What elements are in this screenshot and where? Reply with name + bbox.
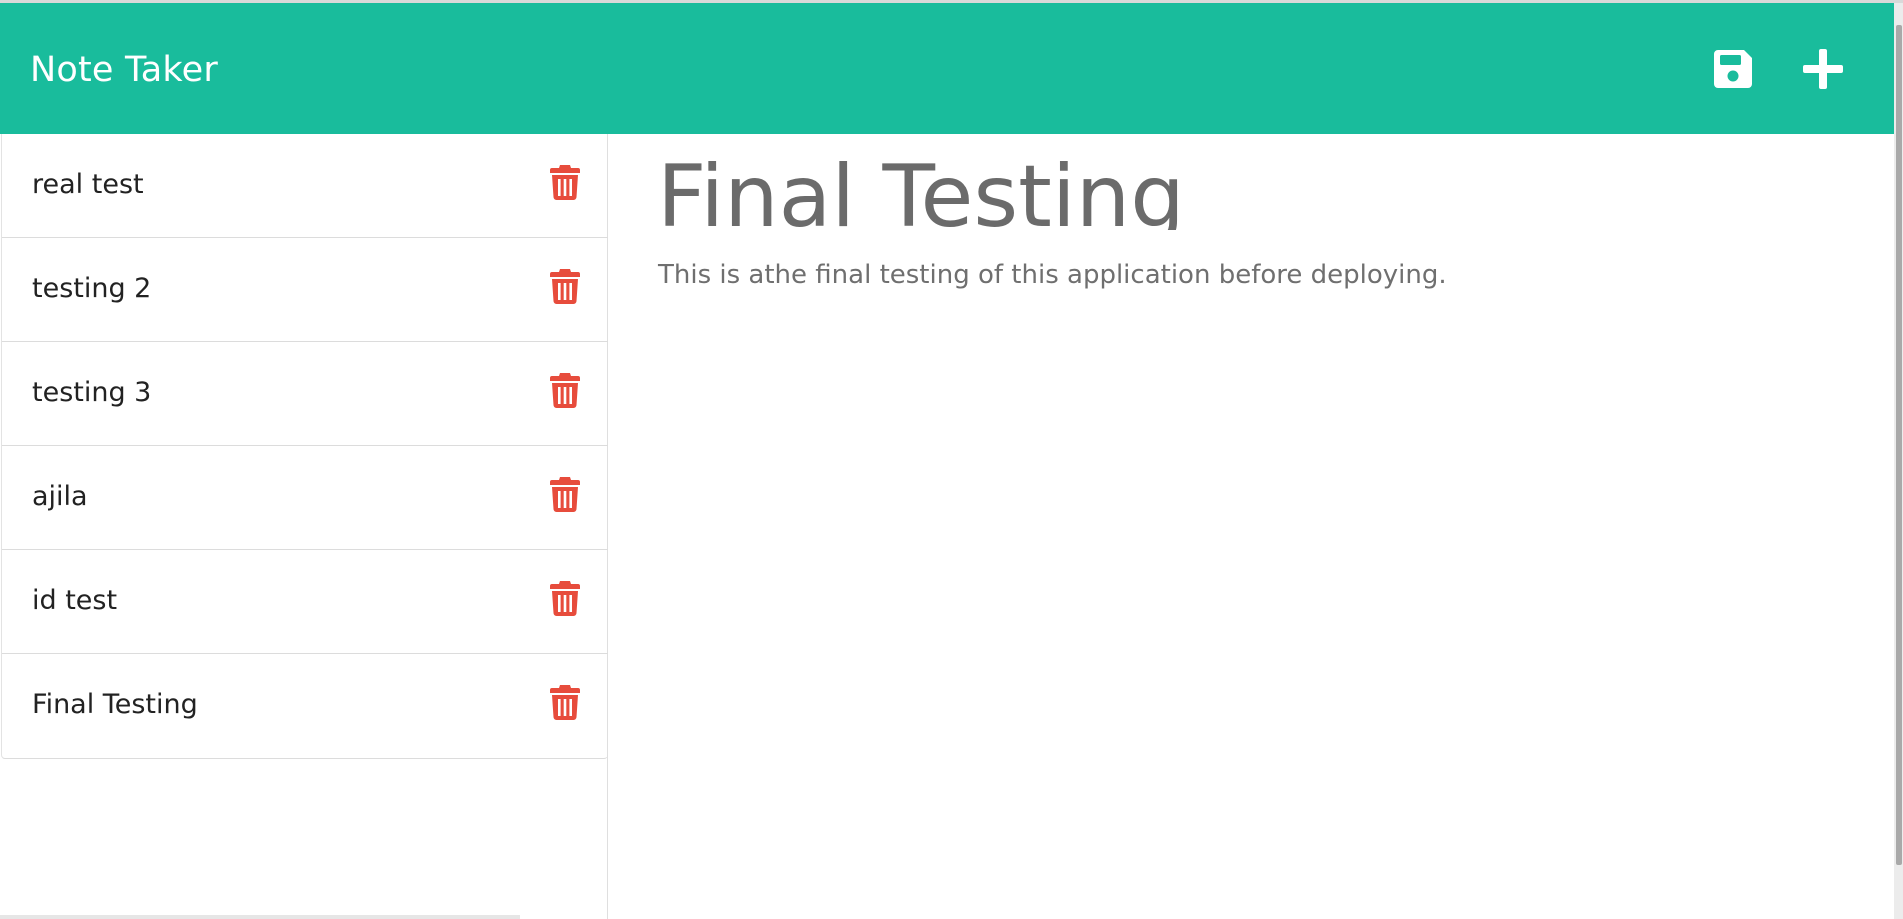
app-title[interactable]: Note Taker	[30, 49, 218, 91]
list-item[interactable]: real test	[2, 134, 608, 238]
trash-icon[interactable]	[550, 684, 580, 720]
save-note-icon[interactable]	[1709, 45, 1757, 93]
trash-icon[interactable]	[550, 268, 580, 304]
note-title[interactable]: Final Testing	[32, 687, 198, 723]
note-title-input[interactable]: Final Testing	[657, 138, 1557, 230]
note-title[interactable]: testing 3	[32, 375, 151, 411]
new-note-icon[interactable]	[1799, 45, 1847, 93]
note-list: real test testing 2 testing 3 ajila id t…	[1, 134, 608, 759]
page: Note Taker real test testing 2 testing 3…	[0, 0, 1903, 919]
note-title[interactable]: real test	[32, 167, 144, 203]
notes-sidebar: real test testing 2 testing 3 ajila id t…	[0, 134, 608, 919]
note-title[interactable]: testing 2	[32, 271, 151, 307]
note-title[interactable]: ajila	[32, 479, 88, 515]
scrollbar-thumb[interactable]	[1896, 25, 1902, 865]
trash-icon[interactable]	[550, 372, 580, 408]
note-text-area[interactable]: This is athe final testing of this appli…	[658, 257, 1447, 293]
list-item[interactable]: testing 2	[2, 238, 608, 342]
trash-icon[interactable]	[550, 476, 580, 512]
horizontal-scrollbar[interactable]	[0, 915, 520, 919]
note-editor: Final Testing This is athe final testing…	[608, 134, 1894, 919]
note-title[interactable]: id test	[32, 583, 117, 619]
plus-icon	[1803, 49, 1843, 89]
trash-icon[interactable]	[550, 164, 580, 200]
navbar: Note Taker	[0, 3, 1894, 134]
list-item[interactable]: ajila	[2, 446, 608, 550]
list-item[interactable]: id test	[2, 550, 608, 654]
trash-icon[interactable]	[550, 580, 580, 616]
list-item[interactable]: Final Testing	[2, 654, 608, 758]
save-icon	[1714, 50, 1752, 88]
list-item[interactable]: testing 3	[2, 342, 608, 446]
